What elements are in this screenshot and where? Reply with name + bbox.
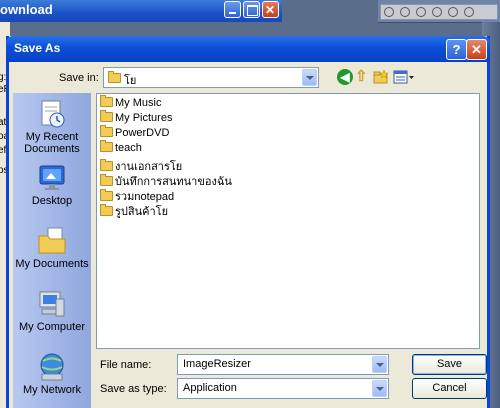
list-item[interactable]: teach bbox=[100, 140, 142, 157]
close-button[interactable]: ✕ bbox=[466, 39, 487, 60]
background-toolbar bbox=[378, 0, 500, 23]
chevron-down-icon[interactable] bbox=[372, 380, 387, 397]
background-window-title: ownload bbox=[0, 2, 53, 17]
place-my-recent-documents[interactable]: My Recent Documents bbox=[13, 99, 91, 155]
list-item-label: รูปสินค้าโย bbox=[115, 206, 169, 218]
special-folder-icon bbox=[100, 110, 113, 122]
list-item[interactable]: PowerDVD bbox=[100, 125, 170, 142]
dialog-titlebar[interactable]: Save As ? ✕ bbox=[6, 36, 490, 62]
place-my-computer[interactable]: My Computer bbox=[13, 289, 91, 333]
list-item[interactable]: รวมnotepad bbox=[100, 187, 174, 203]
file-list[interactable]: My Music My Pictures PowerDVD teach งานเ… bbox=[96, 93, 480, 349]
list-item-label: My Music bbox=[115, 97, 162, 109]
place-label: My Documents bbox=[15, 258, 89, 270]
special-folder-icon bbox=[100, 95, 113, 107]
places-bar: My Recent Documents Desktop My Documents… bbox=[13, 93, 91, 408]
list-item-label: teach bbox=[115, 142, 142, 154]
back-arrow-icon[interactable]: ◀ bbox=[337, 69, 353, 85]
background-toolbar-strip bbox=[380, 4, 498, 20]
save-as-dialog: Save As ? ✕ Save in: โย ◀ ⇧ My Recent Do… bbox=[6, 36, 490, 408]
folder-icon bbox=[100, 174, 113, 186]
background-close-button[interactable] bbox=[262, 1, 279, 20]
save-as-type-value: Application bbox=[183, 382, 237, 394]
list-item[interactable]: My Pictures bbox=[100, 110, 173, 127]
toolbar-icon[interactable] bbox=[384, 7, 394, 17]
up-folder-icon[interactable]: ⇧ bbox=[355, 69, 371, 85]
toolbar-icon[interactable] bbox=[448, 7, 458, 17]
save-in-label: Save in: bbox=[59, 72, 99, 84]
my-computer-icon bbox=[36, 289, 68, 319]
chevron-down-icon[interactable] bbox=[372, 356, 387, 373]
folder-icon bbox=[108, 71, 121, 83]
folder-icon bbox=[100, 140, 113, 152]
toolbar-icon[interactable] bbox=[432, 7, 442, 17]
list-item[interactable]: รูปสินค้าโย bbox=[100, 202, 169, 218]
my-network-icon bbox=[36, 352, 68, 382]
toolbar-icon[interactable] bbox=[400, 7, 410, 17]
my-documents-icon bbox=[36, 226, 68, 256]
save-as-type-label: Save as type: bbox=[100, 383, 167, 395]
list-item-label: PowerDVD bbox=[115, 127, 170, 139]
place-desktop[interactable]: Desktop bbox=[13, 163, 91, 207]
toolbar-icon[interactable] bbox=[416, 7, 426, 17]
save-as-type-dropdown[interactable]: Application bbox=[177, 378, 389, 399]
place-label: My Recent Documents bbox=[24, 131, 80, 155]
list-item[interactable]: My Music bbox=[100, 95, 162, 112]
folder-icon bbox=[100, 189, 113, 201]
save-in-value: โย bbox=[124, 75, 137, 87]
recent-documents-icon bbox=[36, 99, 68, 129]
background-minimize-button[interactable] bbox=[224, 1, 241, 18]
folder-icon bbox=[100, 159, 113, 171]
help-button[interactable]: ? bbox=[446, 39, 467, 60]
desktop-icon bbox=[36, 163, 68, 193]
cancel-button[interactable]: Cancel bbox=[412, 378, 487, 399]
file-name-label: File name: bbox=[100, 359, 152, 371]
place-label: My Network bbox=[22, 384, 82, 396]
new-folder-icon[interactable] bbox=[373, 69, 389, 85]
place-my-network[interactable]: My Network bbox=[13, 352, 91, 396]
place-label: My Computer bbox=[18, 321, 86, 333]
place-label: Desktop bbox=[31, 195, 73, 207]
background-window-titlebar: ownload bbox=[0, 0, 282, 22]
save-button[interactable]: Save bbox=[412, 354, 487, 375]
list-item[interactable]: บันทึกการสนทนาของฉัน bbox=[100, 172, 232, 188]
background-maximize-button[interactable] bbox=[243, 1, 260, 18]
list-item[interactable]: งานเอกสารโย bbox=[100, 157, 182, 173]
toolbar-icon[interactable] bbox=[464, 7, 474, 17]
place-my-documents[interactable]: My Documents bbox=[13, 226, 91, 270]
save-in-dropdown[interactable]: โย bbox=[103, 67, 319, 88]
list-item-label: My Pictures bbox=[115, 112, 173, 124]
dialog-title: Save As bbox=[14, 41, 61, 55]
views-menu-icon[interactable] bbox=[393, 69, 415, 85]
chevron-down-icon[interactable] bbox=[302, 69, 317, 86]
folder-icon bbox=[100, 204, 113, 216]
folder-icon bbox=[100, 125, 113, 137]
file-name-value: ImageResizer bbox=[183, 358, 251, 370]
file-name-field[interactable]: ImageResizer bbox=[177, 354, 389, 375]
